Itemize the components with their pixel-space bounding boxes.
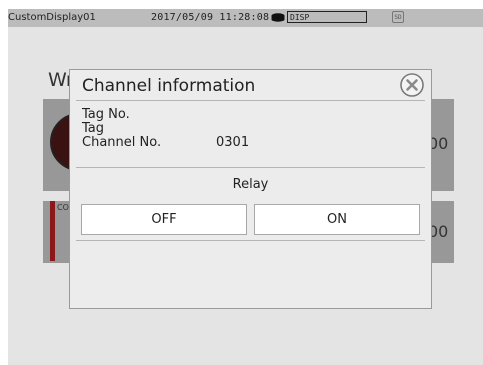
divider <box>76 100 425 101</box>
close-icon[interactable] <box>400 73 424 97</box>
channel-no-label: Channel No. <box>82 135 162 150</box>
dialog-title: Channel information <box>82 76 256 96</box>
relay-label: Relay <box>232 177 269 192</box>
divider <box>76 167 425 168</box>
channel-no-value: 0301 <box>216 135 250 150</box>
alarm-bar <box>50 201 55 261</box>
dialog-header: Channel information <box>70 70 431 100</box>
on-button[interactable]: ON <box>254 204 420 235</box>
display-name: CustomDisplay01 <box>8 12 96 23</box>
date-time: 2017/05/09 11:28:08 <box>151 12 270 23</box>
disk-icon <box>271 13 285 22</box>
tag-no-label: Tag No. <box>82 107 130 122</box>
hmi-screen: CustomDisplay01 2017/05/09 11:28:08 DISP… <box>8 9 483 365</box>
sd-card-icon: SD <box>392 11 404 23</box>
tag-no-row: Tag No. <box>82 108 161 122</box>
tag-row: Tag <box>82 122 161 136</box>
disp-indicator: DISP <box>287 11 367 23</box>
channel-info-dialog: Channel information Tag No. Tag Channel … <box>69 69 432 309</box>
background-card-label: CO <box>57 203 69 212</box>
status-bar: CustomDisplay01 2017/05/09 11:28:08 DISP… <box>8 9 483 27</box>
tag-label: Tag <box>82 121 105 136</box>
off-button[interactable]: OFF <box>81 204 247 235</box>
channel-info: Tag No. Tag Channel No. 0301 <box>82 108 249 150</box>
divider <box>76 240 425 241</box>
channel-no-row: Channel No. 0301 <box>82 135 249 150</box>
